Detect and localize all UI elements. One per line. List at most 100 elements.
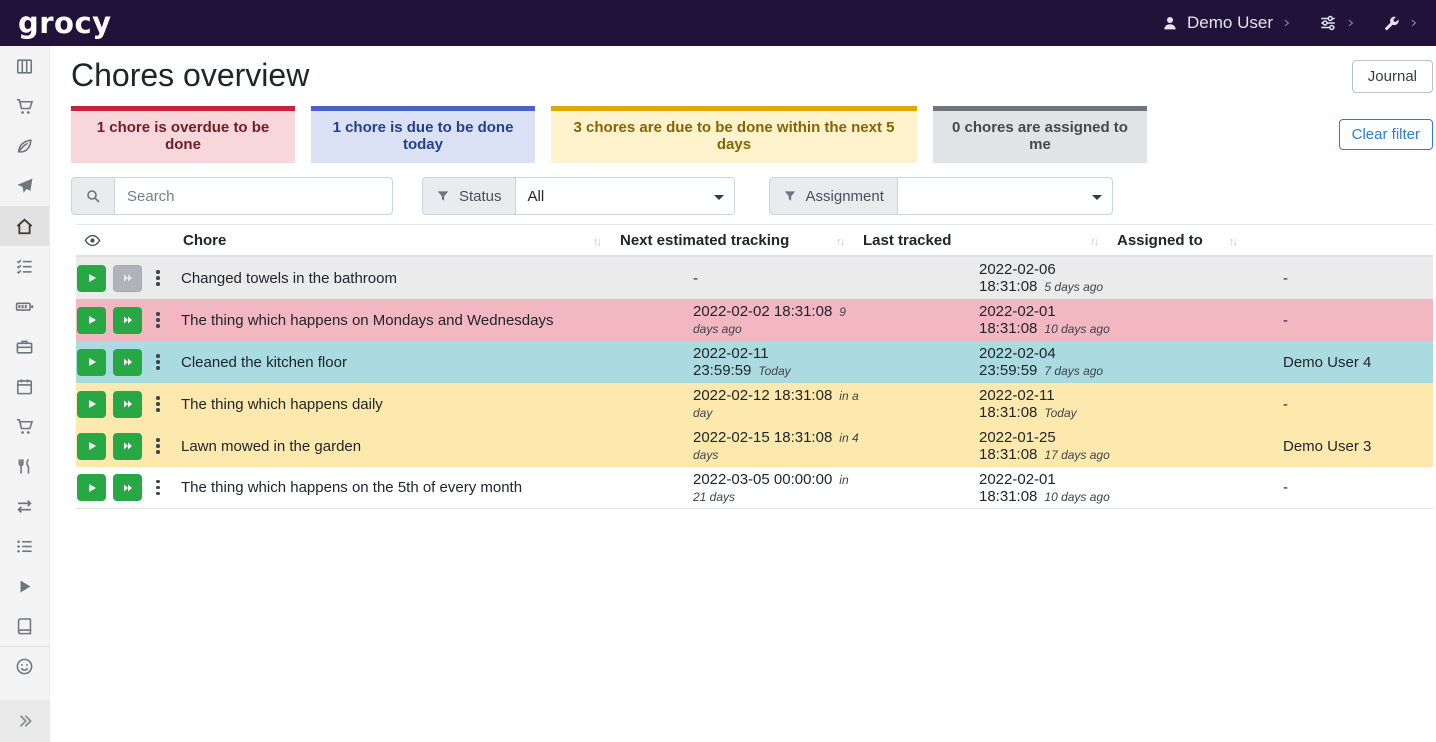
columns-icon <box>15 57 34 76</box>
row-menu-button[interactable] <box>149 265 167 291</box>
skip-chore-button[interactable] <box>113 433 142 460</box>
track-chore-button[interactable] <box>77 474 106 501</box>
filter-icon <box>783 189 797 203</box>
play-icon <box>15 577 34 596</box>
main-content: Chores overview Journal 1 chore is overd… <box>50 46 1436 742</box>
assignment-filter-select[interactable] <box>898 177 1113 215</box>
header-assigned-to[interactable]: Assigned to <box>1113 225 1433 255</box>
header-next-estimated-tracking[interactable]: Next estimated tracking <box>616 225 859 255</box>
admin-tools-menu[interactable] <box>1383 15 1418 32</box>
sidebar-item-stock-overview[interactable] <box>0 46 49 86</box>
grocy-logo[interactable]: grocy <box>18 9 112 38</box>
sidebar <box>0 46 50 742</box>
table-row: The thing which happens on the 5th of ev… <box>76 467 1433 509</box>
fast-forward-icon <box>122 314 134 326</box>
row-menu-button[interactable] <box>149 349 167 375</box>
sidebar-item-consume[interactable] <box>0 446 49 486</box>
sidebar-item-calendar[interactable] <box>0 366 49 406</box>
search-group <box>71 177 393 215</box>
next-tracking-date: 2022-02-02 18:31:08 <box>693 303 832 320</box>
header-last-tracked[interactable]: Last tracked <box>859 225 1113 255</box>
sidebar-item-transfer[interactable] <box>0 486 49 526</box>
sidebar-item-userentity[interactable] <box>0 646 49 686</box>
sidebar-item-meal-plan[interactable] <box>0 166 49 206</box>
play-icon <box>86 272 98 284</box>
sidebar-item-tasks[interactable] <box>0 246 49 286</box>
shopping-cart-icon <box>15 97 34 116</box>
sidebar-item-equipment[interactable] <box>0 326 49 366</box>
skip-chore-button[interactable] <box>113 307 142 334</box>
skip-chore-button[interactable] <box>113 391 142 418</box>
track-chore-button[interactable] <box>77 349 106 376</box>
banner-due-today[interactable]: 1 chore is due to be done today <box>311 106 535 163</box>
sliders-icon <box>1319 14 1337 32</box>
assigned-to: Demo User 4 <box>1113 354 1433 371</box>
track-chore-button[interactable] <box>77 391 106 418</box>
last-tracked-relative: 10 days ago <box>1044 322 1109 336</box>
row-menu-button[interactable] <box>149 475 167 501</box>
user-menu[interactable]: Demo User <box>1162 13 1291 33</box>
assignment-filter-group: Assignment <box>769 177 1113 215</box>
smiley-icon <box>15 657 34 676</box>
assigned-to: - <box>1113 396 1433 413</box>
next-tracking-relative: Today <box>758 364 790 378</box>
status-banners: 1 chore is overdue to be done 1 chore is… <box>71 106 1433 163</box>
journal-button[interactable]: Journal <box>1352 60 1433 93</box>
list-icon <box>15 537 34 556</box>
sidebar-item-inventory[interactable] <box>0 526 49 566</box>
next-tracking-date: 2022-03-05 00:00:00 <box>693 471 832 488</box>
banner-due-soon[interactable]: 3 chores are due to be done within the n… <box>551 106 917 163</box>
table-row: Cleaned the kitchen floor 2022-02-11 23:… <box>76 341 1433 383</box>
next-tracking-date: 2022-02-12 18:31:08 <box>693 387 832 404</box>
skip-chore-button[interactable] <box>113 349 142 376</box>
row-menu-button[interactable] <box>149 391 167 417</box>
play-icon <box>86 398 98 410</box>
last-tracked-relative: 7 days ago <box>1044 364 1103 378</box>
status-filter-value: All <box>528 188 545 205</box>
column-visibility-toggle[interactable] <box>76 225 179 255</box>
book-icon <box>15 617 34 636</box>
chore-name: Changed towels in the bathroom <box>179 270 616 287</box>
sort-icon <box>1090 232 1097 249</box>
sidebar-item-battery-tracking[interactable] <box>0 606 49 646</box>
sidebar-expand-toggle[interactable] <box>0 700 49 742</box>
fast-forward-icon <box>122 440 134 452</box>
sidebar-item-chore-tracking[interactable] <box>0 566 49 606</box>
status-filter-group: Status All <box>422 177 735 215</box>
settings-menu[interactable] <box>1319 14 1355 32</box>
last-tracked-relative: 10 days ago <box>1044 490 1109 504</box>
banner-overdue[interactable]: 1 chore is overdue to be done <box>71 106 295 163</box>
user-icon <box>1162 15 1178 31</box>
wrench-icon <box>1383 15 1400 32</box>
row-menu-button[interactable] <box>149 433 167 459</box>
briefcase-icon <box>15 337 34 356</box>
skip-chore-button[interactable] <box>113 265 142 292</box>
track-chore-button[interactable] <box>77 433 106 460</box>
eye-icon <box>84 232 101 249</box>
next-tracking-date: - <box>693 270 698 287</box>
sidebar-item-batteries-overview[interactable] <box>0 286 49 326</box>
banner-assigned-to-me[interactable]: 0 chores are assigned to me <box>933 106 1147 163</box>
track-chore-button[interactable] <box>77 265 106 292</box>
status-filter-select[interactable]: All <box>516 177 735 215</box>
sort-icon <box>593 232 600 249</box>
sidebar-item-shopping-list[interactable] <box>0 86 49 126</box>
assigned-to: - <box>1113 479 1433 496</box>
play-icon <box>86 440 98 452</box>
search-input[interactable] <box>115 177 393 215</box>
header-chore[interactable]: Chore <box>179 225 616 255</box>
skip-chore-button[interactable] <box>113 474 142 501</box>
chore-name: The thing which happens daily <box>179 396 616 413</box>
assigned-to: Demo User 3 <box>1113 438 1433 455</box>
battery-icon <box>15 297 34 316</box>
sidebar-item-chores-overview[interactable] <box>0 206 49 246</box>
filter-bar: Status All Assignment <box>71 177 1433 215</box>
table-header-row: Chore Next estimated tracking Last track… <box>76 224 1433 257</box>
calendar-icon <box>15 377 34 396</box>
sidebar-item-recipes[interactable] <box>0 126 49 166</box>
sidebar-item-purchase[interactable] <box>0 406 49 446</box>
row-menu-button[interactable] <box>149 307 167 333</box>
clear-filter-button[interactable]: Clear filter <box>1339 119 1433 150</box>
search-icon-box <box>71 177 115 215</box>
track-chore-button[interactable] <box>77 307 106 334</box>
